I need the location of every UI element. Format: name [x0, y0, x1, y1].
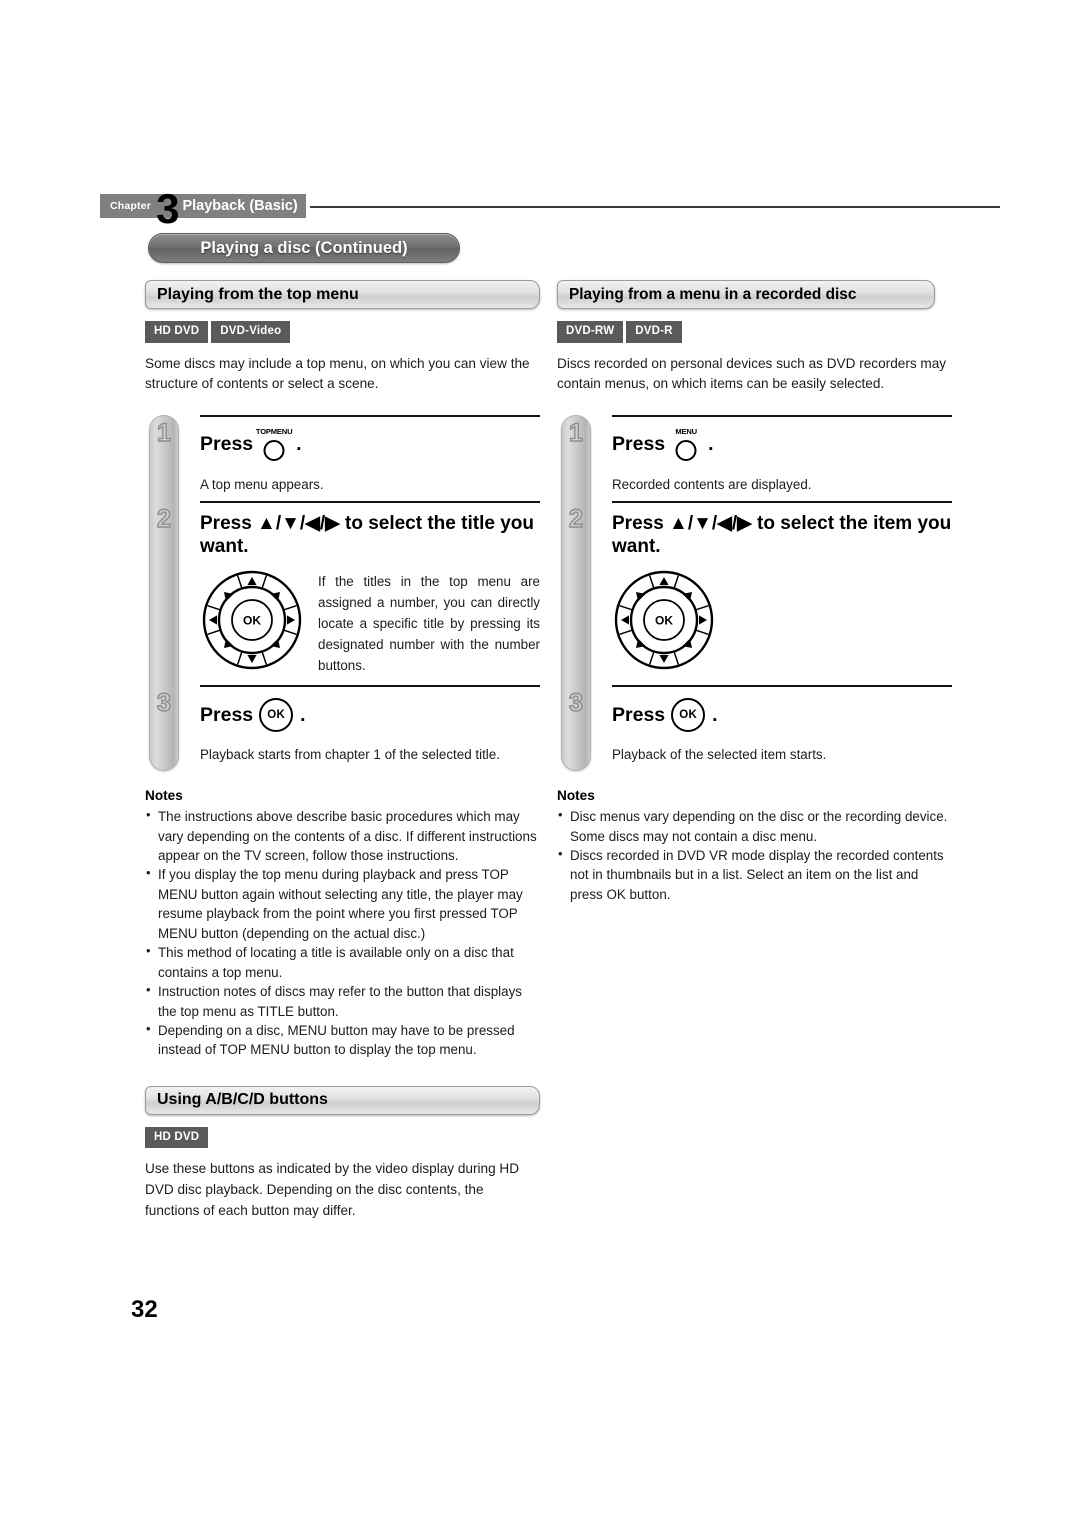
- dpad-svg: OK: [614, 570, 714, 670]
- notes-list: Disc menus vary depending on the disc or…: [557, 806, 952, 904]
- step-headline: Press ▲/▼/◀/▶ to select the title you wa…: [200, 512, 534, 558]
- section-header-abcd: Using A/B/C/D buttons: [145, 1085, 540, 1115]
- notes-list: The instructions above describe basic pr…: [145, 806, 540, 1060]
- press-label: Press: [200, 703, 254, 726]
- step-description: A top menu appears.: [200, 476, 324, 492]
- left-column: Playing from the top menu HD DVD DVD-Vid…: [145, 280, 540, 1221]
- top-menu-steps: 1 Press TOPMENU . A top menu appears. 2 …: [145, 414, 540, 772]
- step-headline: Press OK .: [200, 696, 540, 734]
- step-number: 3: [568, 689, 583, 718]
- recorded-menu-steps: 1 Press MENU . Recorded contents are dis…: [557, 414, 952, 772]
- menu-button-icon: MENU: [671, 426, 701, 462]
- dpad-icon: OK: [612, 568, 716, 677]
- abcd-intro: Use these buttons as indicated by the vi…: [145, 1161, 520, 1218]
- press-label: Press: [612, 433, 666, 456]
- notes-heading: Notes: [145, 788, 183, 804]
- disc-badge: HD DVD: [145, 1126, 209, 1149]
- section-header-top-menu: Playing from the top menu: [145, 280, 540, 309]
- chapter-header-rule: [310, 206, 1000, 208]
- step-rail: [149, 414, 179, 772]
- dpad-svg: OK: [202, 570, 302, 670]
- page-title-text: Playing a disc (Continued): [200, 238, 408, 257]
- dpad-description: [730, 568, 952, 572]
- page-title: Playing a disc (Continued): [148, 233, 460, 263]
- top-menu-button-icon: TOPMENU: [255, 426, 293, 462]
- top-menu-button-caption: TOPMENU: [255, 426, 293, 436]
- notes-heading: Notes: [557, 788, 595, 804]
- chapter-title: Playback (Basic): [182, 198, 298, 214]
- note-item: Instruction notes of discs may refer to …: [145, 981, 540, 1021]
- page-number: 32: [131, 1296, 158, 1323]
- step: 1 Press TOPMENU . A top menu appears.: [156, 414, 540, 501]
- chapter-tab: Chapter 3 Playback (Basic): [100, 188, 306, 230]
- dpad-ok-label: OK: [243, 614, 261, 628]
- step-number: 1: [568, 418, 583, 447]
- right-column: Playing from a menu in a recorded disc D…: [557, 280, 952, 904]
- step: 3 Press OK . Playback starts from chapte…: [156, 685, 540, 771]
- period: .: [712, 703, 718, 726]
- section-header-top-menu-label: Playing from the top menu: [157, 285, 359, 303]
- step: 2 Press ▲/▼/◀/▶ to select the item you w…: [568, 500, 952, 685]
- dpad-illustration-row: OK If the titles in the top menu are ass…: [200, 568, 540, 677]
- recorded-menu-intro: Discs recorded on personal devices such …: [557, 355, 947, 392]
- step-headline: Press ▲/▼/◀/▶ to select the item you wan…: [612, 512, 952, 558]
- note-item: Disc menus vary depending on the disc or…: [557, 806, 952, 846]
- step: 2 Press ▲/▼/◀/▶ to select the title you …: [156, 500, 540, 685]
- disc-badge: DVD-R: [626, 321, 682, 343]
- section-header-abcd-label: Using A/B/C/D buttons: [157, 1091, 328, 1109]
- step-headline: Press OK .: [612, 696, 952, 734]
- step-description: Recorded contents are displayed.: [612, 476, 812, 492]
- disc-badge: DVD-Video: [211, 321, 291, 343]
- step-number: 2: [156, 504, 171, 533]
- section-header-recorded-menu: Playing from a menu in a recorded disc: [557, 280, 935, 309]
- note-item: This method of locating a title is avail…: [145, 942, 540, 982]
- step: 1 Press MENU . Recorded contents are dis…: [568, 414, 952, 501]
- chapter-header: Chapter 3 Playback (Basic): [100, 188, 1000, 230]
- period: .: [300, 703, 306, 726]
- step-headline: Press TOPMENU .: [200, 426, 540, 464]
- dpad-illustration-row: OK: [612, 568, 952, 677]
- step-description: Playback starts from chapter 1 of the se…: [200, 747, 500, 763]
- step-number: 1: [156, 418, 171, 447]
- note-item: If you display the top menu during playb…: [145, 864, 540, 943]
- dpad-description: If the titles in the top menu are assign…: [318, 574, 540, 673]
- note-item: Depending on a disc, MENU button may hav…: [145, 1020, 540, 1060]
- button-circle-shape: [675, 439, 697, 461]
- disc-badges-recorded-menu: DVD-RW DVD-R: [557, 321, 952, 343]
- step: 3 Press OK . Playback of the selected it…: [568, 685, 952, 771]
- step-rail: [561, 414, 591, 772]
- period: .: [296, 433, 302, 456]
- ok-button-icon: OK: [671, 698, 706, 733]
- disc-badge: DVD-RW: [557, 321, 624, 343]
- dpad-ok-label: OK: [655, 614, 673, 628]
- period: .: [708, 433, 714, 456]
- step-number: 2: [568, 504, 583, 533]
- note-item: Discs recorded in DVD VR mode display th…: [557, 845, 952, 904]
- disc-badges-top-menu: HD DVD DVD-Video: [145, 321, 540, 343]
- note-item: The instructions above describe basic pr…: [145, 806, 540, 865]
- disc-badges-abcd: HD DVD: [145, 1126, 540, 1149]
- section-header-recorded-menu-label: Playing from a menu in a recorded disc: [569, 285, 857, 303]
- press-label: Press: [200, 433, 254, 456]
- step-description: Playback of the selected item starts.: [612, 747, 827, 763]
- chapter-label: Chapter: [110, 200, 152, 212]
- press-label: Press: [612, 703, 666, 726]
- step-headline: Press MENU .: [612, 426, 952, 464]
- top-menu-intro: Some discs may include a top menu, on wh…: [145, 355, 530, 392]
- step-number: 3: [156, 689, 171, 718]
- dpad-icon: OK: [200, 568, 304, 677]
- button-circle-shape: [263, 439, 285, 461]
- disc-badge: HD DVD: [145, 321, 209, 343]
- menu-button-caption: MENU: [675, 426, 697, 436]
- ok-button-icon: OK: [259, 698, 294, 733]
